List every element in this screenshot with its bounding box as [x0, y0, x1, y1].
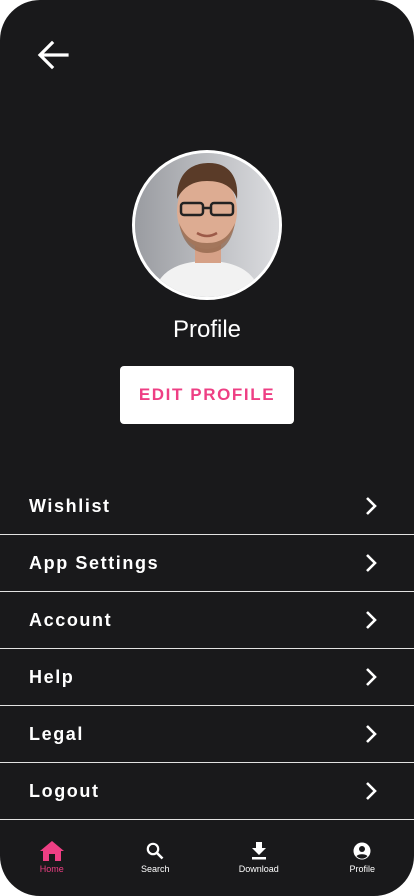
menu-item-label: Account: [29, 609, 113, 630]
menu-item-label: Logout: [29, 780, 100, 801]
menu-item-label: Wishlist: [29, 495, 111, 516]
avatar: [132, 150, 282, 300]
menu-item-legal[interactable]: Legal: [0, 706, 414, 763]
menu-item-account[interactable]: Account: [0, 592, 414, 649]
tab-home[interactable]: Home: [17, 840, 87, 874]
tab-label: Home: [39, 864, 64, 874]
arrow-left-icon: [37, 40, 69, 70]
tab-label: Download: [238, 864, 279, 874]
menu-item-logout[interactable]: Logout: [0, 763, 414, 820]
chevron-right-icon: [366, 611, 377, 629]
tab-label: Search: [140, 864, 170, 874]
profile-name: Profile: [172, 316, 242, 343]
menu-item-label: Help: [29, 666, 75, 687]
menu-item-help[interactable]: Help: [0, 649, 414, 706]
search-icon: [146, 840, 164, 862]
bottom-tab-bar: Home Search Download Profile: [0, 822, 414, 896]
chevron-right-icon: [366, 497, 377, 515]
menu-item-label: App Settings: [29, 552, 160, 573]
tab-profile[interactable]: Profile: [327, 840, 397, 874]
chevron-right-icon: [366, 725, 377, 743]
home-icon: [39, 840, 64, 862]
tab-search[interactable]: Search: [120, 840, 190, 874]
account-circle-icon: [353, 840, 371, 862]
tab-download[interactable]: Download: [224, 840, 294, 874]
menu-item-wishlist[interactable]: Wishlist: [0, 478, 414, 535]
chevron-right-icon: [366, 782, 377, 800]
avatar-photo: [135, 153, 279, 297]
menu-item-label: Legal: [29, 723, 85, 744]
menu-item-app-settings[interactable]: App Settings: [0, 535, 414, 592]
profile-screen: Profile EDIT PROFILE Wishlist App Settin…: [0, 0, 414, 896]
chevron-right-icon: [366, 668, 377, 686]
download-icon: [251, 840, 267, 862]
settings-menu: Wishlist App Settings Account Help Legal…: [0, 478, 414, 820]
tab-label: Profile: [349, 864, 375, 874]
chevron-right-icon: [366, 554, 377, 572]
back-button[interactable]: [34, 38, 72, 72]
edit-profile-button[interactable]: EDIT PROFILE: [120, 366, 294, 424]
